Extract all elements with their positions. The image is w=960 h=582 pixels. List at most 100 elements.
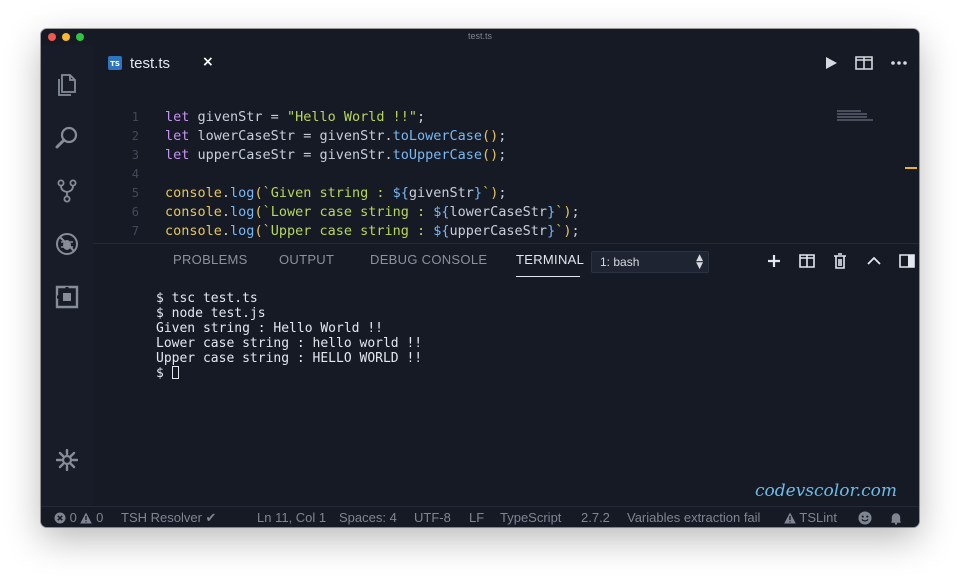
code-token: ; <box>571 223 580 239</box>
code-token: ( <box>254 204 263 220</box>
code-token: . <box>221 185 231 201</box>
close-tab-icon[interactable]: × <box>202 54 214 70</box>
line-number: 3 <box>131 148 139 162</box>
line-number: 7 <box>131 224 139 238</box>
code-token: . <box>384 147 393 163</box>
typescript-file-icon: TS <box>108 56 122 70</box>
line-number: 5 <box>131 186 139 200</box>
bottom-panel: PROBLEMS OUTPUT DEBUG CONSOLE TERMINAL 1… <box>93 243 919 507</box>
language-mode[interactable]: TypeScript <box>500 510 561 525</box>
tab-output[interactable]: OUTPUT <box>279 252 334 267</box>
linter-status[interactable]: TSLint <box>784 510 837 525</box>
code-line[interactable]: 4 <box>93 166 919 185</box>
code-token: toUpperCase <box>392 147 483 163</box>
vscode-window: test.ts TS test.ts × 1 let givenStr = "H… <box>41 29 919 527</box>
code-line[interactable]: 1 let givenStr = "Hello World !!"; <box>93 109 919 128</box>
tab-test-ts[interactable]: TS test.ts × <box>95 49 225 82</box>
files-icon[interactable] <box>54 72 80 98</box>
terminal-output[interactable]: $ tsc test.ts $ node test.js Given string … <box>156 291 919 381</box>
trash-icon[interactable] <box>831 252 849 270</box>
select-arrows-icon: ▲ ▼ <box>696 253 703 271</box>
code-token: upperCaseStr <box>189 147 296 163</box>
tab-problems[interactable]: PROBLEMS <box>173 252 248 267</box>
code-token: () <box>482 128 499 144</box>
code-token: . <box>221 223 231 239</box>
code-token: givenStr <box>408 185 474 201</box>
active-tab-indicator <box>516 276 580 277</box>
terminal-lines: $ tsc test.ts $ node test.js Given string … <box>156 291 919 366</box>
code-token: = <box>295 147 320 163</box>
title-bar: test.ts <box>41 29 919 45</box>
code-token: ; <box>416 109 426 125</box>
code-token: ${ <box>433 204 450 220</box>
code-line[interactable]: 6 console.log(`Lower case string : ${lowe… <box>93 204 919 223</box>
add-terminal-icon[interactable] <box>765 252 783 270</box>
code-token: ${ <box>392 185 409 201</box>
warning-icon <box>784 512 796 524</box>
code-token: ( <box>254 185 263 201</box>
code-token: } <box>547 223 556 239</box>
editor-tab-bar: TS test.ts × <box>93 45 919 82</box>
terminal-select-value: 1: bash <box>600 255 640 269</box>
code-token: "Hello World !!" <box>286 109 417 125</box>
line-code: let lowerCaseStr = givenStr.toLowerCase(… <box>165 128 506 144</box>
code-token: console <box>165 204 222 220</box>
maximize-panel-icon[interactable] <box>865 252 883 270</box>
cursor-position[interactable]: Ln 11, Col 1 <box>257 510 326 525</box>
code-token: let <box>165 109 190 125</box>
checkmark-icon: ✔ <box>205 510 217 525</box>
code-token: `Upper case string : <box>262 223 434 239</box>
window-title: test.ts <box>467 31 492 41</box>
resolver-status[interactable]: TSH Resolver ✔ <box>121 510 216 526</box>
warning-count: 0 <box>96 510 104 525</box>
watermark: codevscolor.com <box>755 481 897 501</box>
feedback-smiley-icon[interactable] <box>858 510 872 525</box>
terminal-select[interactable]: 1: bash ▲ ▼ <box>591 251 709 273</box>
split-terminal-icon[interactable] <box>798 252 816 270</box>
terminal-prompt-line: $ <box>156 366 919 381</box>
toggle-panel-layout-icon[interactable] <box>898 252 916 270</box>
code-token: . <box>221 204 231 220</box>
code-editor[interactable]: 1 let givenStr = "Hello World !!"; 2 let lo… <box>93 81 919 243</box>
extensions-icon[interactable] <box>54 284 80 310</box>
code-token: log <box>230 223 255 239</box>
code-token: ` <box>482 185 491 201</box>
indentation[interactable]: Spaces: 4 <box>339 510 397 525</box>
minimap[interactable] <box>837 110 877 130</box>
warning-icon <box>80 512 93 524</box>
code-token: log <box>230 185 255 201</box>
line-code: console.log(`Lower case string : ${lower… <box>165 204 580 220</box>
end-of-line[interactable]: LF <box>469 510 484 525</box>
code-token: ) <box>563 223 572 239</box>
encoding[interactable]: UTF-8 <box>414 510 451 525</box>
terminal-cursor <box>171 366 179 379</box>
terminal-line: Given string : Hello World !! <box>156 321 383 336</box>
tab-debug-console[interactable]: DEBUG CONSOLE <box>370 252 487 267</box>
code-token: } <box>547 204 556 220</box>
code-line[interactable]: 3 let upperCaseStr = givenStr.toUpperCase… <box>93 147 919 166</box>
tab-terminal[interactable]: TERMINAL <box>516 252 584 267</box>
code-token: `Given string : <box>262 185 393 201</box>
code-token: let <box>165 147 190 163</box>
search-icon[interactable] <box>54 125 80 151</box>
source-control-icon[interactable] <box>54 178 80 204</box>
terminal-line: Lower case string : hello world !! <box>156 336 423 351</box>
status-message: Variables extraction fail <box>627 510 761 525</box>
code-line[interactable]: 2 let lowerCaseStr = givenStr.toLowerCase… <box>93 128 919 147</box>
run-icon[interactable] <box>821 53 841 73</box>
code-token: ) <box>563 204 572 220</box>
code-line[interactable]: 5 console.log(`Given string : ${givenStr}… <box>93 185 919 204</box>
problems-status[interactable]: 0 0 <box>54 510 103 525</box>
code-token: ${ <box>433 223 450 239</box>
more-icon[interactable] <box>889 53 909 73</box>
debug-icon[interactable] <box>54 231 80 257</box>
code-line[interactable]: 7 console.log(`Upper case string : ${uppe… <box>93 223 919 242</box>
code-token: log <box>230 204 255 220</box>
typescript-version[interactable]: 2.7.2 <box>581 510 610 525</box>
notifications-bell-icon[interactable] <box>889 510 903 525</box>
code-token: lowerCaseStr <box>449 204 548 220</box>
settings-gear-icon[interactable] <box>56 449 78 471</box>
terminal-prompt: $ <box>156 366 172 381</box>
code-token: } <box>473 185 483 201</box>
split-editor-icon[interactable] <box>854 53 874 73</box>
